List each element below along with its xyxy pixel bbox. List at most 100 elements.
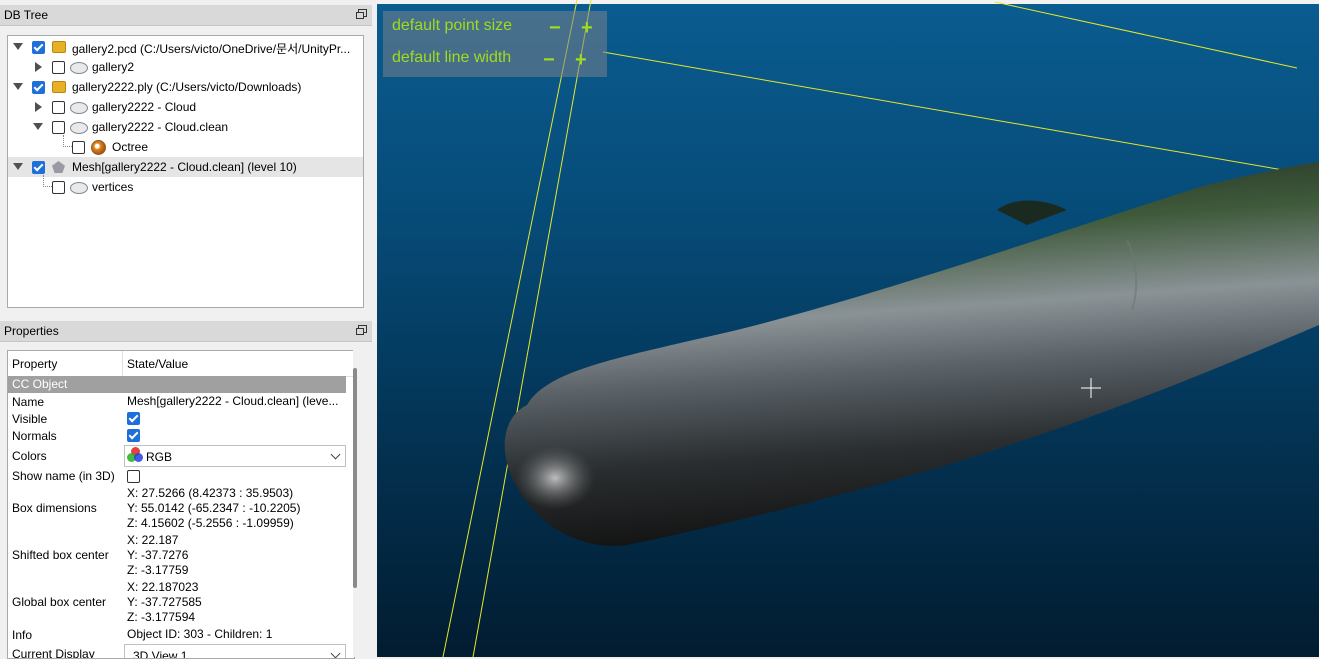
table-row-name[interactable]: Name Mesh[gallery2222 - Cloud.clean] (le… — [8, 393, 346, 410]
properties-table[interactable]: Property State/Value CC Object Name Mesh… — [7, 350, 355, 659]
property-key: Box dimensions — [12, 501, 97, 515]
table-row-global-center: Global box center X: 22.187023 Y: -37.72… — [8, 579, 346, 626]
box-dim-z: Z: 4.15602 (-5.2556 : -1.09959) — [127, 516, 294, 530]
section-row-cc-object: CC Object — [8, 376, 346, 393]
property-key: Visible — [12, 412, 48, 426]
tree-node-label: vertices — [92, 180, 134, 194]
shifted-y: Y: -37.7276 — [127, 548, 189, 562]
visible-checkbox[interactable] — [127, 412, 140, 425]
point-cloud-icon — [70, 122, 88, 134]
tree-node-gallery2222-cloud-clean[interactable]: gallery2222 - Cloud.clean — [8, 117, 363, 137]
name-value[interactable]: Mesh[gallery2222 - Cloud.clean] (leve... — [127, 394, 338, 409]
visibility-checkbox[interactable] — [72, 141, 85, 154]
tree-node-gallery2222-cloud[interactable]: gallery2222 - Cloud — [8, 97, 363, 117]
colors-dropdown[interactable]: RGB — [124, 445, 346, 467]
visibility-checkbox[interactable] — [52, 121, 65, 134]
3d-scene — [442, 0, 1319, 657]
collapse-arrow-icon[interactable] — [13, 163, 23, 170]
tree-node-label: gallery2222.ply (C:/Users/victo/Download… — [72, 80, 302, 94]
table-row-normals[interactable]: Normals — [8, 427, 346, 444]
property-key: Colors — [12, 449, 47, 463]
tree-node-octree[interactable]: Octree — [8, 137, 363, 157]
column-header-property[interactable]: Property — [12, 357, 57, 371]
visibility-checkbox[interactable] — [52, 61, 65, 74]
properties-scrollbar[interactable] — [353, 350, 361, 657]
info-value: Object ID: 303 - Children: 1 — [127, 627, 273, 641]
tree-node-gallery2[interactable]: gallery2 — [8, 57, 363, 77]
table-row-colors[interactable]: Colors RGB — [8, 444, 346, 467]
increase-point-size-button[interactable]: + — [581, 18, 593, 38]
global-y: Y: -37.727585 — [127, 595, 202, 609]
folder-icon — [52, 81, 66, 93]
visibility-checkbox[interactable] — [52, 101, 65, 114]
table-row-visible[interactable]: Visible — [8, 410, 346, 427]
table-row-box-dimensions: Box dimensions X: 27.5266 (8.42373 : 35.… — [8, 485, 346, 532]
tree-node-gallery2222-ply[interactable]: gallery2222.ply (C:/Users/victo/Download… — [8, 77, 363, 97]
scrollbar-thumb[interactable] — [353, 368, 357, 588]
float-panel-icon[interactable] — [356, 9, 367, 19]
3d-view[interactable]: default point size − + default line widt… — [377, 0, 1319, 657]
column-separator — [122, 351, 123, 376]
db-tree-title: DB Tree — [4, 8, 49, 22]
tree-node-label: gallery2222 - Cloud.clean — [92, 120, 229, 134]
tree-node-label: Mesh[gallery2222 - Cloud.clean] (level 1… — [72, 160, 297, 174]
property-key: Name — [12, 395, 45, 409]
visibility-checkbox[interactable] — [32, 41, 45, 54]
db-tree[interactable]: gallery2.pcd (C:/Users/victo/OneDrive/문서… — [7, 35, 364, 308]
mesh-object — [504, 162, 1319, 546]
property-key: Current Display — [12, 647, 95, 659]
collapse-arrow-icon[interactable] — [13, 43, 23, 50]
global-x: X: 22.187023 — [127, 580, 199, 594]
property-key: Normals — [12, 429, 57, 443]
properties-header: Property State/Value — [8, 351, 354, 377]
collapse-arrow-icon[interactable] — [13, 83, 23, 90]
float-panel-icon[interactable] — [356, 325, 367, 335]
property-key: Shifted box center — [12, 548, 109, 562]
table-row-shifted-center: Shifted box center X: 22.187 Y: -37.7276… — [8, 532, 346, 579]
properties-titlebar[interactable]: Properties — [0, 321, 372, 342]
visibility-checkbox[interactable] — [32, 81, 45, 94]
column-header-value[interactable]: State/Value — [127, 357, 188, 371]
property-key: Show name (in 3D) — [12, 469, 115, 483]
folder-icon — [52, 41, 66, 53]
point-cloud-icon — [70, 62, 88, 74]
increase-line-width-button[interactable]: + — [575, 50, 587, 70]
tree-node-label: Octree — [112, 140, 149, 154]
decrease-line-width-button[interactable]: − — [543, 50, 555, 70]
table-row-info: Info Object ID: 303 - Children: 1 — [8, 626, 346, 643]
expand-arrow-icon[interactable] — [35, 102, 42, 112]
shifted-x: X: 22.187 — [127, 533, 179, 547]
tree-node-label: gallery2 — [92, 60, 135, 74]
properties-title: Properties — [4, 324, 59, 338]
db-tree-titlebar[interactable]: DB Tree — [0, 5, 372, 26]
rgb-icon — [127, 447, 143, 463]
show-name-checkbox[interactable] — [127, 470, 140, 483]
view-overlay-panel: default point size − + default line widt… — [383, 11, 607, 77]
default-point-size-label: default point size — [392, 17, 513, 34]
visibility-checkbox[interactable] — [52, 181, 65, 194]
point-cloud-icon — [70, 102, 88, 114]
global-z: Z: -3.177594 — [127, 610, 196, 624]
decrease-point-size-button[interactable]: − — [549, 18, 561, 38]
tree-node-vertices[interactable]: vertices — [8, 177, 363, 197]
tree-node-mesh[interactable]: Mesh[gallery2222 - Cloud.clean] (level 1… — [8, 157, 363, 177]
section-label: CC Object — [12, 377, 68, 391]
table-row-show-name[interactable]: Show name (in 3D) — [8, 467, 346, 485]
shifted-z: Z: -3.17759 — [127, 563, 189, 577]
collapse-arrow-icon[interactable] — [33, 123, 43, 130]
tree-node-label: gallery2.pcd (C:/Users/victo/OneDrive/문서… — [72, 42, 351, 56]
visibility-checkbox[interactable] — [32, 161, 45, 174]
current-display-value: 3D View 1 — [133, 649, 188, 659]
expand-arrow-icon[interactable] — [35, 62, 42, 72]
tree-node-gallery2-pcd[interactable]: gallery2.pcd (C:/Users/victo/OneDrive/문서… — [8, 37, 363, 57]
colors-value: RGB — [146, 450, 173, 464]
point-cloud-icon — [70, 182, 88, 194]
chevron-down-icon — [330, 449, 341, 460]
default-line-width-label: default line width — [392, 49, 512, 66]
box-dim-y: Y: 55.0142 (-65.2347 : -10.2205) — [127, 501, 301, 515]
normals-checkbox[interactable] — [127, 429, 140, 442]
tree-node-label: gallery2222 - Cloud — [92, 100, 197, 114]
property-key: Global box center — [12, 595, 107, 609]
octree-icon — [91, 140, 106, 155]
left-dock: DB Tree gallery2.pcd (C:/Users/victo/One… — [0, 0, 375, 659]
